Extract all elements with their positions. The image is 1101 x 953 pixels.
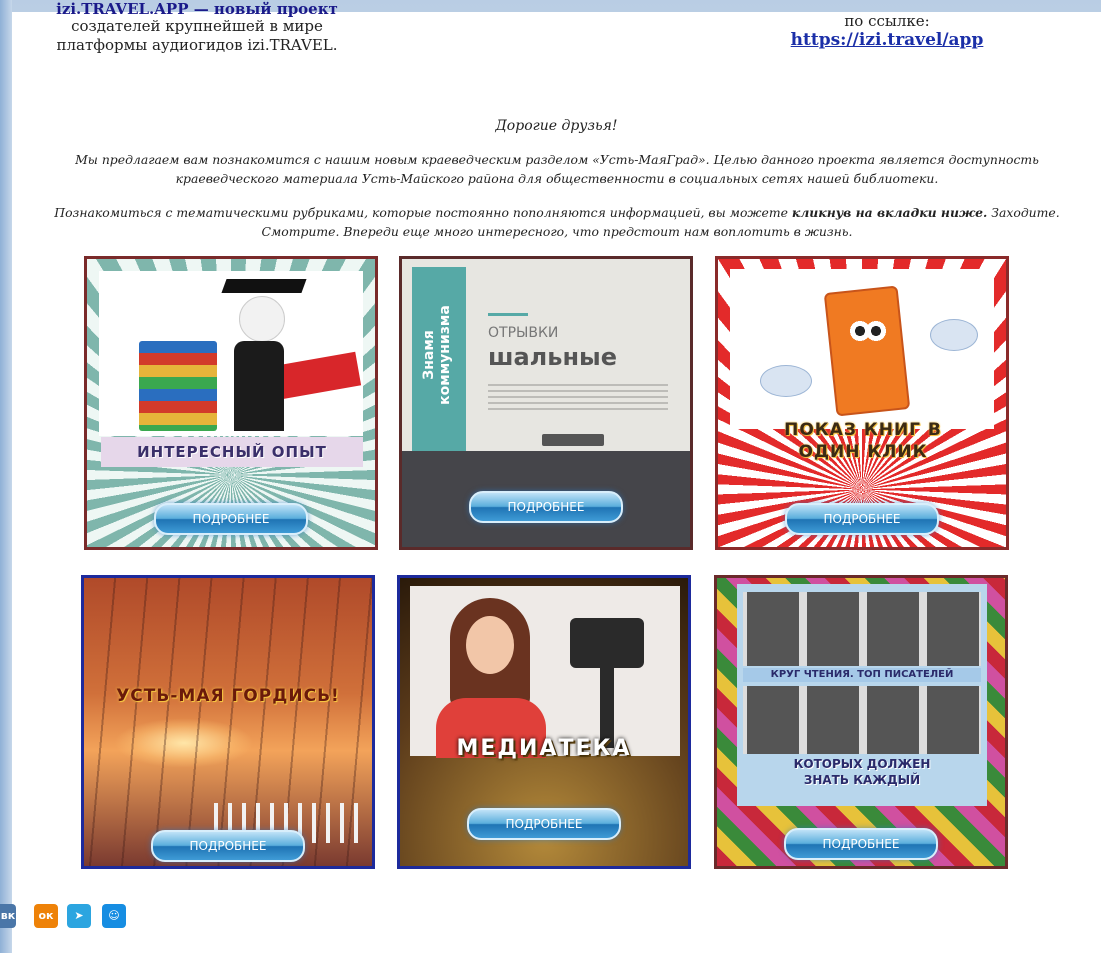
- graduate-figure-image: [239, 296, 285, 342]
- tile-title: УСТЬ-МАЯ ГОРДИСЬ!: [116, 686, 340, 706]
- main-content: izi.TRAVEL.APP — новый проект создателей…: [12, 0, 1101, 953]
- tile-reading-circle[interactable]: КРУГ ЧТЕНИЯ. ТОП ПИСАТЕЛЕЙ КОТОРЫХ ДОЛЖЕ…: [714, 575, 1008, 869]
- greeting: Дорогие друзья!: [495, 118, 618, 134]
- details-button[interactable]: ПОДРОБНЕЕ: [151, 830, 305, 862]
- cartoon-book-image: [823, 285, 911, 417]
- link-caption: по ссылке:: [844, 12, 930, 30]
- writers-photos-top: [743, 592, 981, 666]
- tile-books-one-click[interactable]: ПОКАЗ КНИГ В ОДИН КЛИК ПОДРОБНЕЕ: [715, 256, 1009, 550]
- izi-travel-intro: izi.TRAVEL.APP — новый проект создателей…: [32, 0, 362, 55]
- paragraph-text: Познакомиться с тематическими рубриками,…: [54, 205, 792, 220]
- details-button[interactable]: ПОДРОБНЕЕ: [784, 828, 938, 860]
- woman-face-image: [466, 616, 514, 674]
- intro-line: создателей крупнейшей в мире: [71, 17, 323, 35]
- cartoon-eyes-image: [848, 319, 888, 343]
- tile-title: ПОКАЗ КНИГ В ОДИН КЛИК: [784, 420, 942, 462]
- graduation-cap-image: [221, 279, 307, 293]
- books-stack-image: [139, 341, 217, 431]
- camera-image: [570, 618, 644, 668]
- details-button[interactable]: ПОДРОБНЕЕ: [469, 491, 623, 523]
- moimir-icon[interactable]: ☺: [102, 904, 126, 928]
- tile-heading: шальные: [488, 343, 617, 371]
- tile-image: [730, 269, 994, 429]
- izi-travel-link[interactable]: izi.TRAVEL.APP — новый проект: [32, 0, 362, 17]
- tile-image: [99, 271, 363, 436]
- intro-line: платформы аудиогидов izi.TRAVEL.: [56, 36, 338, 54]
- izi-travel-app-link[interactable]: https://izi.travel/app: [791, 30, 984, 50]
- page-side-background: [0, 0, 12, 953]
- details-button[interactable]: ПОДРОБНЕЕ: [154, 503, 308, 535]
- glove-right-image: [930, 319, 978, 351]
- details-button[interactable]: ПОДРОБНЕЕ: [467, 808, 621, 840]
- tile-title: ИНТЕРЕСНЫЙ ОПЫТ: [101, 437, 363, 467]
- tile-subtitle: КРУГ ЧТЕНИЯ. ТОП ПИСАТЕЛЕЙ: [743, 668, 981, 682]
- tile-znamya-kommunizma[interactable]: Знамя коммунизма ОТРЫВКИ шальные ПОДРОБН…: [399, 256, 693, 550]
- tile-mediateka[interactable]: МЕДИАТЕКА ПОДРОБНЕЕ: [397, 575, 691, 869]
- accent-line: [488, 313, 528, 316]
- tile-title: МЕДИАТЕКА: [456, 736, 632, 761]
- tile-title: КОТОРЫХ ДОЛЖЕН ЗНАТЬ КАЖДЫЙ: [793, 757, 931, 787]
- tile-interesting-experience[interactable]: ИНТЕРЕСНЫЙ ОПЫТ ПОДРОБНЕЕ: [84, 256, 378, 550]
- paragraph-emphasis: кликнув на вкладки ниже.: [791, 205, 988, 220]
- tile-subtitle: ОТРЫВКИ: [488, 325, 559, 341]
- details-button[interactable]: ПОДРОБНЕЕ: [785, 503, 939, 535]
- tile-ust-maya-proud[interactable]: УСТЬ-МАЯ ГОРДИСЬ! ПОДРОБНЕЕ: [81, 575, 375, 869]
- tile-title: Знамя коммунизма: [421, 305, 453, 405]
- telegram-icon[interactable]: ➤: [67, 904, 91, 928]
- woman-photo-image: [430, 598, 550, 758]
- writers-photos-bottom: [743, 686, 981, 754]
- graduate-body-image: [234, 341, 284, 431]
- odnoklassniki-icon[interactable]: ок: [34, 904, 58, 928]
- izi-travel-link-block: по ссылке: https://izi.travel/app: [772, 12, 1002, 50]
- instruction-paragraph: Познакомиться с тематическими рубриками,…: [32, 203, 1082, 241]
- intro-paragraph: Мы предлагаем вам познакомится с нашим н…: [75, 152, 1039, 186]
- text-placeholder-lines: [488, 384, 668, 414]
- more-pill: [542, 434, 604, 446]
- glove-left-image: [760, 365, 812, 397]
- vk-icon[interactable]: вк: [0, 904, 16, 928]
